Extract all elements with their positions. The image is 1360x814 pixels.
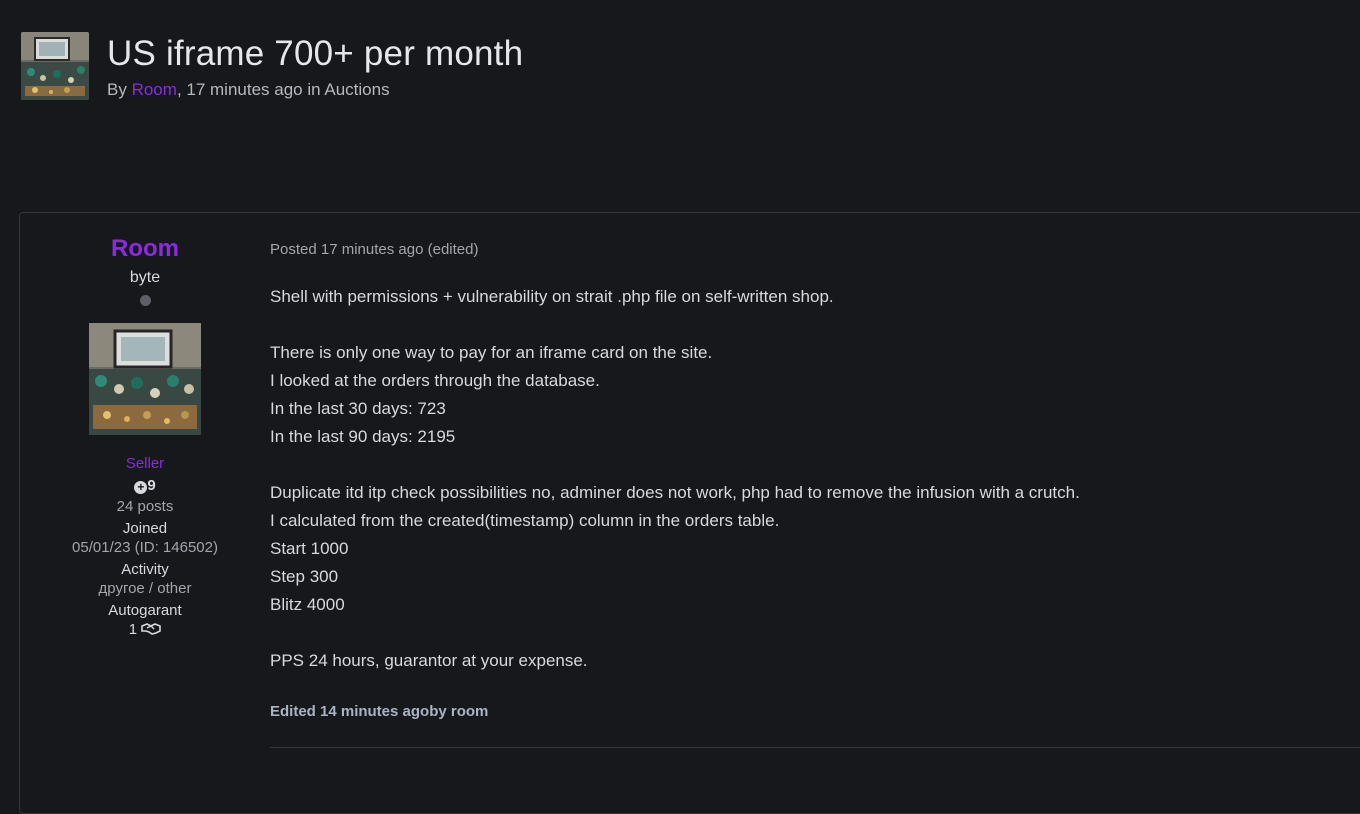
- post-container: Room byte Seller + 9 24 posts Joined 05/…: [19, 212, 1360, 814]
- autogarant-value: 1: [128, 621, 138, 638]
- topic-byline: By Room, 17 minutes ago in Auctions: [107, 80, 523, 100]
- post-body: Shell with permissions + vulnerability o…: [270, 283, 1360, 675]
- edited-note: Edited 14 minutes agoby room: [270, 703, 489, 720]
- handshake-icon: [141, 623, 162, 635]
- post-timestamp[interactable]: Posted 17 minutes ago (edited): [270, 241, 1360, 258]
- avatar[interactable]: [89, 323, 201, 435]
- post-line: I looked at the orders through the datab…: [270, 371, 600, 390]
- activity-label: Activity: [121, 561, 169, 578]
- reputation-plus-icon: +: [134, 481, 148, 494]
- post-line: [270, 311, 1360, 339]
- status-dot-icon: [139, 295, 151, 306]
- topic-author-link[interactable]: Room: [132, 80, 177, 99]
- post-line: Shell with permissions + vulnerability o…: [270, 287, 834, 306]
- post-line: There is only one way to pay for an ifra…: [270, 343, 713, 362]
- reputation-value: 9: [147, 477, 156, 494]
- post-line: Blitz 4000: [270, 595, 345, 614]
- post-content: Posted 17 minutes ago (edited) Shell wit…: [270, 213, 1360, 748]
- post-line: PPS 24 hours, guarantor at your expense.: [270, 651, 588, 670]
- topic-header: US iframe 700+ per month By Room, 17 min…: [21, 32, 523, 100]
- post-line: Step 300: [270, 567, 339, 586]
- topic-time: , 17 minutes ago in: [176, 80, 321, 99]
- forum-link[interactable]: Auctions: [324, 80, 389, 99]
- post-line: I calculated from the created(timestamp)…: [270, 511, 780, 530]
- desk-photo-image: [21, 32, 89, 100]
- post-divider: [270, 747, 1360, 748]
- reputation: +9: [20, 477, 270, 494]
- joined-label: Joined: [122, 520, 168, 537]
- post-line: In the last 90 days: 2195: [270, 427, 456, 446]
- activity-value: другое / other: [98, 580, 192, 597]
- post-line: [270, 451, 1360, 479]
- post-line: In the last 30 days: 723: [270, 399, 446, 418]
- autogarant-label: Autogarant: [108, 602, 182, 619]
- post-line: Duplicate itd itp check possibilities no…: [270, 483, 1080, 502]
- by-prefix: By: [107, 80, 127, 99]
- autogarant-count: 1: [20, 621, 270, 638]
- author-rank: byte: [129, 269, 161, 286]
- topic-title: US iframe 700+ per month: [107, 34, 524, 73]
- author-name-link[interactable]: Room: [20, 235, 270, 263]
- post-count: 24 posts: [116, 498, 174, 515]
- author-group: Seller: [125, 455, 165, 472]
- topic-author-thumbnail[interactable]: [21, 32, 89, 100]
- post-line: Start 1000: [270, 539, 349, 558]
- author-panel: Room byte Seller + 9 24 posts Joined 05/…: [20, 213, 270, 638]
- desk-photo-image: [89, 323, 201, 435]
- joined-value: 05/01/23 (ID: 146502): [72, 539, 218, 556]
- post-line: [270, 619, 1360, 647]
